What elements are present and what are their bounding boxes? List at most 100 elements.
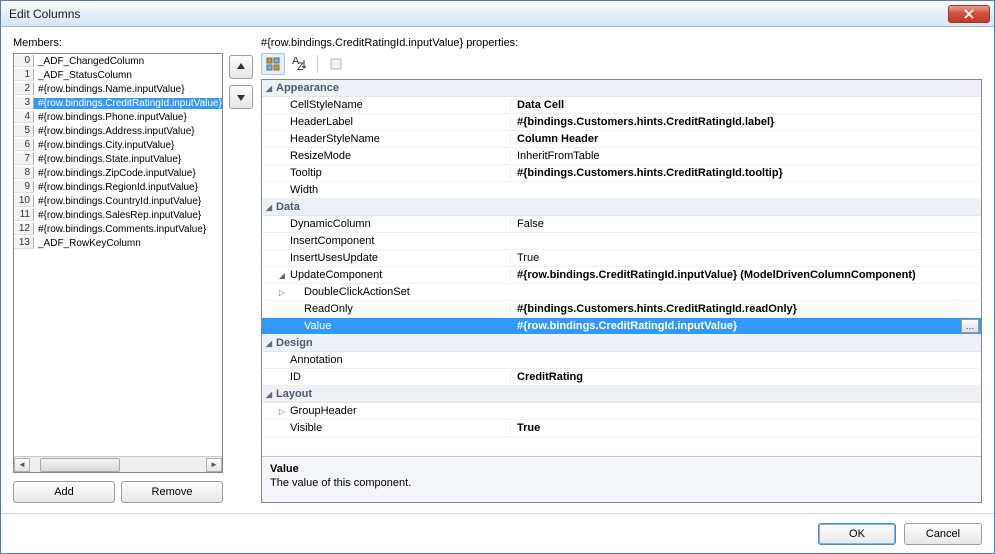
member-name: _ADF_ChangedColumn <box>34 56 222 67</box>
ellipsis-button[interactable]: … <box>961 319 979 333</box>
property-name: GroupHeader <box>288 405 510 417</box>
members-list[interactable]: 0_ADF_ChangedColumn1_ADF_StatusColumn2#{… <box>13 53 223 473</box>
property-name: ResizeMode <box>288 150 510 162</box>
property-name: UpdateComponent <box>288 269 510 281</box>
property-row[interactable]: HeaderLabel#{bindings.Customers.hints.Cr… <box>262 114 981 131</box>
move-up-button[interactable] <box>229 55 253 79</box>
toolbar-separator <box>317 55 318 73</box>
collapse-icon: ◢ <box>262 390 276 399</box>
members-label: Members: <box>13 37 223 49</box>
members-hscroll[interactable]: ◄ ► <box>14 456 222 472</box>
svg-text:Z: Z <box>297 61 304 71</box>
member-index: 1 <box>14 69 34 81</box>
member-index: 13 <box>14 237 34 249</box>
property-row[interactable]: InsertUsesUpdateTrue <box>262 250 981 267</box>
member-row[interactable]: 7#{row.bindings.State.inputValue} <box>14 152 222 166</box>
add-button[interactable]: Add <box>13 481 115 503</box>
category-name: Layout <box>276 388 312 400</box>
property-name: CellStyleName <box>288 99 510 111</box>
categorized-button[interactable] <box>261 53 285 75</box>
member-row[interactable]: 11#{row.bindings.SalesRep.inputValue} <box>14 208 222 222</box>
category-row[interactable]: ◢Design <box>262 335 981 352</box>
close-button[interactable] <box>948 5 990 23</box>
property-row[interactable]: ▷DoubleClickActionSet <box>262 284 981 301</box>
property-value[interactable]: #{row.bindings.CreditRatingId.inputValue… <box>510 269 981 281</box>
property-name: DynamicColumn <box>288 218 510 230</box>
property-name: Width <box>288 184 510 196</box>
property-value[interactable]: True <box>510 422 981 434</box>
property-row[interactable]: InsertComponent <box>262 233 981 250</box>
property-value[interactable]: True <box>510 252 981 264</box>
property-row[interactable]: Annotation <box>262 352 981 369</box>
dialog-footer: OK Cancel <box>1 513 994 553</box>
property-row[interactable]: ▷GroupHeader <box>262 403 981 420</box>
member-name: _ADF_RowKeyColumn <box>34 238 222 249</box>
member-name: #{row.bindings.Address.inputValue} <box>34 126 222 137</box>
member-row[interactable]: 3#{row.bindings.CreditRatingId.inputValu… <box>14 96 222 110</box>
property-row[interactable]: HeaderStyleNameColumn Header <box>262 131 981 148</box>
member-index: 0 <box>14 55 34 67</box>
member-name: _ADF_StatusColumn <box>34 70 222 81</box>
arrow-up-icon <box>236 62 246 72</box>
remove-button[interactable]: Remove <box>121 481 223 503</box>
collapse-icon: ◢ <box>262 339 276 348</box>
property-row[interactable]: IDCreditRating <box>262 369 981 386</box>
property-name: Tooltip <box>288 167 510 179</box>
property-row[interactable]: DynamicColumnFalse <box>262 216 981 233</box>
member-row[interactable]: 1_ADF_StatusColumn <box>14 68 222 82</box>
categorized-icon <box>266 57 280 71</box>
cancel-button[interactable]: Cancel <box>904 523 982 545</box>
property-value[interactable]: #{bindings.Customers.hints.CreditRatingI… <box>510 116 981 128</box>
property-value[interactable]: #{bindings.Customers.hints.CreditRatingI… <box>510 167 981 179</box>
property-row[interactable]: Width <box>262 182 981 199</box>
property-name: InsertComponent <box>288 235 510 247</box>
property-row[interactable]: ReadOnly#{bindings.Customers.hints.Credi… <box>262 301 981 318</box>
property-row[interactable]: ◢UpdateComponent#{row.bindings.CreditRat… <box>262 267 981 284</box>
property-value[interactable]: InheritFromTable <box>510 150 981 162</box>
member-row[interactable]: 5#{row.bindings.Address.inputValue} <box>14 124 222 138</box>
category-row[interactable]: ◢Layout <box>262 386 981 403</box>
member-row[interactable]: 10#{row.bindings.CountryId.inputValue} <box>14 194 222 208</box>
member-row[interactable]: 13_ADF_RowKeyColumn <box>14 236 222 250</box>
scroll-track[interactable] <box>30 458 206 472</box>
member-row[interactable]: 0_ADF_ChangedColumn <box>14 54 222 68</box>
property-row[interactable]: CellStyleNameData Cell <box>262 97 981 114</box>
property-row[interactable]: Value#{row.bindings.CreditRatingId.input… <box>262 318 981 335</box>
member-index: 10 <box>14 195 34 207</box>
scroll-thumb[interactable] <box>40 458 120 472</box>
member-row[interactable]: 6#{row.bindings.City.inputValue} <box>14 138 222 152</box>
property-value[interactable]: False <box>510 218 981 230</box>
member-row[interactable]: 2#{row.bindings.Name.inputValue} <box>14 82 222 96</box>
property-value[interactable]: Column Header <box>510 133 981 145</box>
scroll-left-button[interactable]: ◄ <box>14 458 30 472</box>
category-row[interactable]: ◢Data <box>262 199 981 216</box>
ok-button[interactable]: OK <box>818 523 896 545</box>
member-name: #{row.bindings.City.inputValue} <box>34 140 222 151</box>
property-row[interactable]: ResizeModeInheritFromTable <box>262 148 981 165</box>
page-icon <box>329 57 343 71</box>
property-row[interactable]: VisibleTrue <box>262 420 981 437</box>
property-name: ID <box>288 371 510 383</box>
alphabetical-button[interactable]: AZ <box>287 53 311 75</box>
category-row[interactable]: ◢Appearance <box>262 80 981 97</box>
scroll-right-button[interactable]: ► <box>206 458 222 472</box>
property-value[interactable]: CreditRating <box>510 371 981 383</box>
member-name: #{row.bindings.Phone.inputValue} <box>34 112 222 123</box>
property-pages-button[interactable] <box>324 53 348 75</box>
member-index: 11 <box>14 209 34 221</box>
member-row[interactable]: 9#{row.bindings.RegionId.inputValue} <box>14 180 222 194</box>
expand-icon[interactable]: ▷ <box>276 288 288 297</box>
property-grid[interactable]: ◢AppearanceCellStyleNameData CellHeaderL… <box>261 79 982 503</box>
property-value[interactable]: #{bindings.Customers.hints.CreditRatingI… <box>510 303 981 315</box>
member-row[interactable]: 8#{row.bindings.ZipCode.inputValue} <box>14 166 222 180</box>
move-down-button[interactable] <box>229 85 253 109</box>
property-value[interactable]: #{row.bindings.CreditRatingId.inputValue… <box>510 320 961 332</box>
expand-icon[interactable]: ▷ <box>276 407 288 416</box>
member-index: 3 <box>14 97 34 109</box>
member-row[interactable]: 12#{row.bindings.Comments.inputValue} <box>14 222 222 236</box>
property-row[interactable]: Tooltip#{bindings.Customers.hints.Credit… <box>262 165 981 182</box>
property-value[interactable]: Data Cell <box>510 99 981 111</box>
expand-icon[interactable]: ◢ <box>276 271 288 280</box>
property-name: Visible <box>288 422 510 434</box>
member-row[interactable]: 4#{row.bindings.Phone.inputValue} <box>14 110 222 124</box>
